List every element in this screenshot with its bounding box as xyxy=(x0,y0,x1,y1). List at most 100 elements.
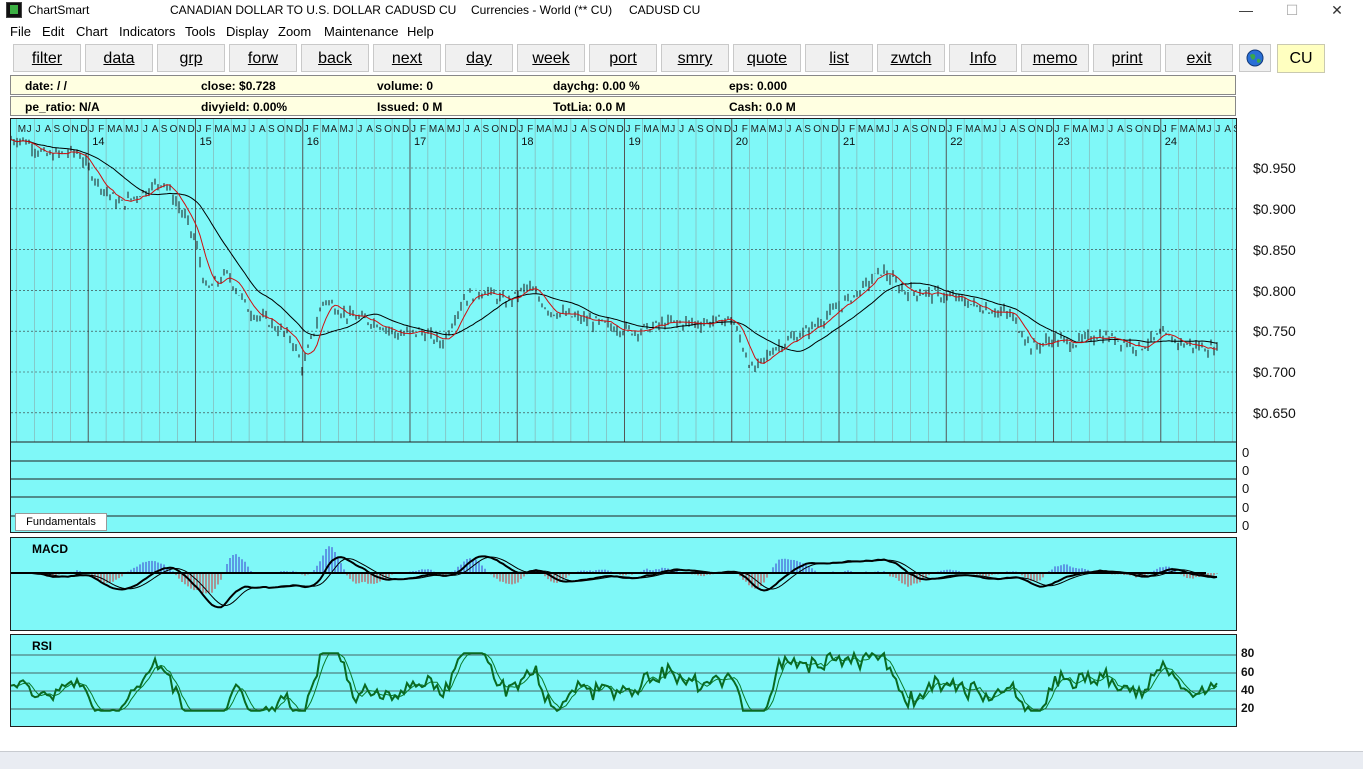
month-tick-label: A xyxy=(259,124,266,135)
back-button[interactable]: back xyxy=(301,44,369,72)
window-title-group: Currencies - World (** CU) xyxy=(471,3,613,17)
date-field: date: / / xyxy=(25,79,68,93)
month-tick-label: J xyxy=(947,124,952,135)
menu-tools[interactable]: Tools xyxy=(185,24,215,39)
menu-maintenance[interactable]: Maintenance xyxy=(324,24,398,39)
price-chart-panel[interactable]: MJJASONDJFMAMJJASONDJFMAMJJASONDJFMAMJJA… xyxy=(10,118,1237,533)
month-tick-label: D xyxy=(1153,124,1160,135)
year-tick-label: 20 xyxy=(736,136,748,148)
rsi-level: 60 xyxy=(1241,665,1255,679)
filter-button[interactable]: filter xyxy=(13,44,81,72)
globe-icon xyxy=(1246,49,1264,67)
print-button[interactable]: print xyxy=(1093,44,1161,72)
week-button[interactable]: week xyxy=(517,44,585,72)
data-button[interactable]: data xyxy=(85,44,153,72)
fundamental-value: 0 xyxy=(1242,481,1250,496)
maximize-button[interactable]: ☐ xyxy=(1269,0,1315,20)
month-tick-label: F xyxy=(849,124,855,135)
month-tick-label: M xyxy=(214,124,222,135)
grp-button[interactable]: grp xyxy=(157,44,225,72)
forw-button[interactable]: forw xyxy=(229,44,297,72)
month-tick-label: S xyxy=(1126,124,1133,135)
info-row-fundamentals: pe_ratio: N/A divyield: 0.00% Issued: 0 … xyxy=(10,96,1236,116)
list-button[interactable]: list xyxy=(805,44,873,72)
menu-indicators[interactable]: Indicators xyxy=(119,24,175,39)
month-tick-label: D xyxy=(188,124,195,135)
month-tick-label: A xyxy=(474,124,481,135)
info-row-quote: date: / / close: $0.728 volume: 0 daychg… xyxy=(10,75,1236,95)
exit-button[interactable]: exit xyxy=(1165,44,1233,72)
year-tick-label: 21 xyxy=(843,136,855,148)
price-chart: MJJASONDJFMAMJJASONDJFMAMJJASONDJFMAMJJA… xyxy=(11,119,1237,517)
month-tick-label: O xyxy=(62,124,70,135)
minimize-button[interactable]: — xyxy=(1223,0,1269,20)
month-tick-label: D xyxy=(80,124,87,135)
month-tick-label: M xyxy=(769,124,777,135)
month-tick-label: J xyxy=(250,124,255,135)
month-tick-label: J xyxy=(411,124,416,135)
month-tick-label: A xyxy=(795,124,802,135)
month-tick-label: J xyxy=(572,124,577,135)
month-tick-label: M xyxy=(858,124,866,135)
rsi-panel[interactable]: RSI xyxy=(10,634,1237,727)
month-tick-label: J xyxy=(670,124,675,135)
month-tick-label: M xyxy=(125,124,133,135)
month-tick-label: J xyxy=(196,124,201,135)
month-tick-label: J xyxy=(89,124,94,135)
month-tick-label: J xyxy=(563,124,568,135)
month-tick-label: N xyxy=(500,124,507,135)
month-tick-label: S xyxy=(268,124,275,135)
menu-display[interactable]: Display xyxy=(226,24,269,39)
month-tick-label: M xyxy=(1180,124,1188,135)
month-tick-label: M xyxy=(751,124,759,135)
month-tick-label: A xyxy=(331,124,338,135)
month-tick-label: S xyxy=(1233,124,1237,135)
menu-help[interactable]: Help xyxy=(407,24,434,39)
app-name: ChartSmart xyxy=(28,3,90,17)
month-tick-label: J xyxy=(1055,124,1060,135)
month-tick-label: O xyxy=(1028,124,1036,135)
month-tick-label: N xyxy=(393,124,400,135)
macd-panel[interactable]: MACD xyxy=(10,537,1237,631)
info-button[interactable]: Info xyxy=(949,44,1017,72)
memo-button[interactable]: memo xyxy=(1021,44,1089,72)
month-tick-label: J xyxy=(241,124,246,135)
month-tick-label: N xyxy=(715,124,722,135)
next-button[interactable]: next xyxy=(373,44,441,72)
fundamentals-button[interactable]: Fundamentals xyxy=(15,513,107,531)
port-button[interactable]: port xyxy=(589,44,657,72)
month-tick-label: J xyxy=(1162,124,1167,135)
rsi-signal-line xyxy=(11,652,1218,712)
month-tick-label: S xyxy=(590,124,597,135)
menu-file[interactable]: File xyxy=(10,24,31,39)
window-title-symbol: CADUSD CU xyxy=(385,3,457,17)
month-tick-label: J xyxy=(27,124,32,135)
month-tick-label: O xyxy=(491,124,499,135)
month-tick-label: M xyxy=(18,124,26,135)
month-tick-label: F xyxy=(98,124,104,135)
price-tick: $0.700 xyxy=(1253,364,1296,380)
menu-edit[interactable]: Edit xyxy=(42,24,64,39)
month-tick-label: M xyxy=(983,124,991,135)
menu-chart[interactable]: Chart xyxy=(76,24,108,39)
month-tick-label: A xyxy=(366,124,373,135)
menu-zoom[interactable]: Zoom xyxy=(278,24,311,39)
zwtch-button[interactable]: zwtch xyxy=(877,44,945,72)
close-button[interactable]: ✕ xyxy=(1314,0,1360,20)
month-tick-label: J xyxy=(786,124,791,135)
exchange-code-box[interactable]: CU xyxy=(1277,44,1325,73)
month-tick-label: J xyxy=(992,124,997,135)
quote-button[interactable]: quote xyxy=(733,44,801,72)
month-tick-label: M xyxy=(876,124,884,135)
rsi-label: RSI xyxy=(32,639,53,653)
month-tick-label: J xyxy=(134,124,139,135)
price-tick: $0.800 xyxy=(1253,283,1296,299)
month-tick-label: O xyxy=(813,124,821,135)
day-button[interactable]: day xyxy=(445,44,513,72)
month-tick-label: O xyxy=(277,124,285,135)
month-tick-label: M xyxy=(447,124,455,135)
smry-button[interactable]: smry xyxy=(661,44,729,72)
month-tick-label: F xyxy=(527,124,533,135)
month-tick-label: J xyxy=(1206,124,1211,135)
globe-button[interactable] xyxy=(1239,44,1271,72)
